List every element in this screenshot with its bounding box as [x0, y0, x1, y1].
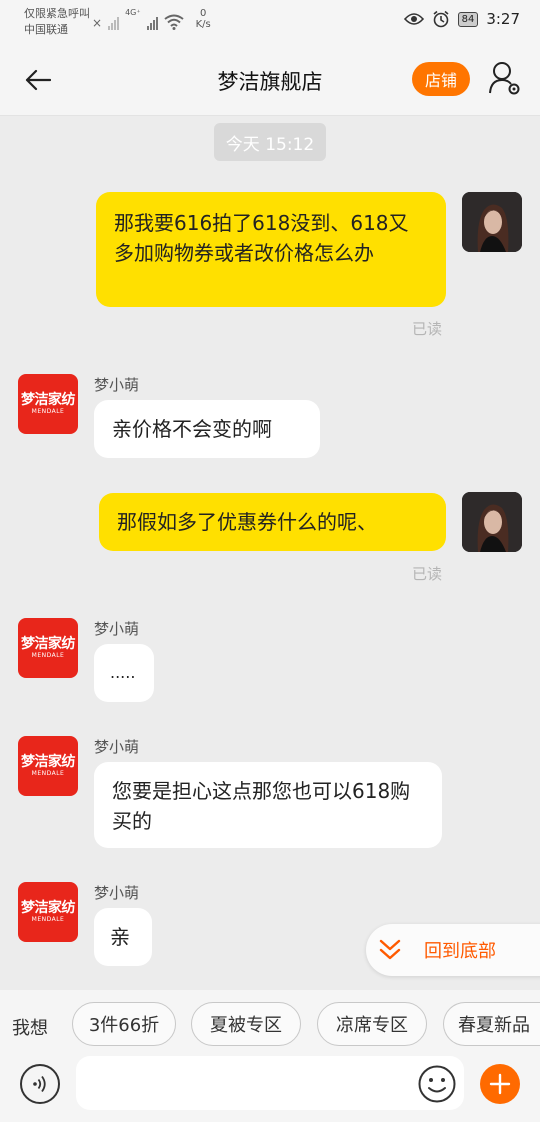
emoji-icon [418, 1065, 456, 1103]
network-type: 4G⁺ [125, 8, 141, 17]
message-input[interactable] [76, 1056, 464, 1110]
bottom-panel: 我想 3件66折 夏被专区 凉席专区 春夏新品 [0, 990, 540, 1122]
message-text: 亲 [110, 925, 130, 949]
voice-icon [33, 1075, 46, 1093]
emoji-button[interactable] [417, 1064, 457, 1104]
quick-reply-chip[interactable]: 夏被专区 [191, 1002, 301, 1046]
carrier-line2: 中国联通 [24, 23, 68, 36]
quick-reply-chip[interactable]: 3件66折 [72, 1002, 176, 1046]
nav-bar: 梦洁旗舰店 店铺 [0, 44, 540, 116]
quick-reply-label: 我想 [12, 1018, 48, 1039]
no-sim-icon: × [92, 16, 103, 30]
message-text: ..... [110, 663, 136, 682]
profile-settings-icon [489, 62, 520, 95]
scroll-to-bottom-button[interactable]: 回到底部 [366, 924, 540, 976]
sender-name: 梦小萌 [94, 620, 140, 638]
clock: 3:27 [486, 10, 520, 28]
plus-icon [489, 1073, 511, 1095]
message-bubble-received[interactable]: 您要是担心这点那您也可以618购买的 [94, 762, 442, 848]
signal-bars-icon [108, 14, 120, 30]
sender-name: 梦小萌 [94, 884, 140, 902]
shop-button[interactable]: 店铺 [412, 62, 470, 96]
signal-bars-icon-2 [146, 14, 158, 30]
sender-name: 梦小萌 [94, 376, 140, 394]
battery-indicator: 84 [457, 11, 479, 27]
user-photo-icon [462, 492, 522, 552]
sender-name: 梦小萌 [94, 738, 140, 756]
signal-indicators: × 4G⁺ 0 K/s [92, 8, 211, 30]
wifi-icon [163, 14, 184, 30]
quick-reply-chip[interactable]: 春夏新品 [443, 1002, 540, 1046]
message-text: 亲价格不会变的啊 [112, 417, 272, 441]
status-bar: 仅限紧急呼叫 中国联通 × 4G⁺ 0 K/s 84 3:27 [0, 0, 540, 44]
alarm-icon [433, 10, 449, 28]
net-speed: 0 K/s [196, 8, 211, 30]
net-speed-unit: K/s [195, 19, 211, 30]
message-bubble-sent[interactable]: 那我要616拍了618没到、618又多加购物券或者改价格怎么办 [96, 192, 446, 307]
message-text: 那我要616拍了618没到、618又多加购物券或者改价格怎么办 [114, 211, 409, 265]
user-avatar[interactable] [462, 192, 522, 252]
user-avatar[interactable] [462, 492, 522, 552]
status-right: 84 3:27 [403, 10, 520, 28]
shop-avatar[interactable]: 梦洁家纺 MENDALE [18, 882, 78, 942]
message-bubble-sent[interactable]: 那假如多了优惠券什么的呢、 [99, 493, 446, 551]
more-actions-button[interactable] [480, 1064, 520, 1104]
message-text: 您要是担心这点那您也可以618购买的 [112, 779, 411, 833]
double-chevron-down-icon [379, 939, 401, 960]
shop-avatar[interactable]: 梦洁家纺 MENDALE [18, 736, 78, 796]
user-photo-icon [462, 192, 522, 252]
net-speed-value: 0 [199, 8, 207, 19]
read-receipt: 已读 [412, 565, 443, 583]
shop-avatar[interactable]: 梦洁家纺 MENDALE [18, 374, 78, 434]
message-bubble-received[interactable]: 亲 [94, 908, 152, 966]
read-receipt: 已读 [412, 320, 443, 338]
shop-avatar[interactable]: 梦洁家纺 MENDALE [18, 618, 78, 678]
profile-settings-button[interactable] [488, 60, 522, 96]
message-bubble-received[interactable]: ..... [94, 644, 154, 702]
voice-input-button[interactable] [20, 1064, 60, 1104]
eye-icon [403, 13, 424, 25]
message-bubble-received[interactable]: 亲价格不会变的啊 [94, 400, 320, 458]
carrier-line1: 仅限紧急呼叫 [24, 7, 90, 20]
quick-reply-chip[interactable]: 凉席专区 [317, 1002, 427, 1046]
time-divider: 今天 15:12 [214, 123, 326, 161]
message-text: 那假如多了优惠券什么的呢、 [117, 510, 377, 534]
carrier-info: 仅限紧急呼叫 中国联通 [24, 6, 90, 38]
scroll-to-bottom-label: 回到底部 [424, 941, 496, 962]
